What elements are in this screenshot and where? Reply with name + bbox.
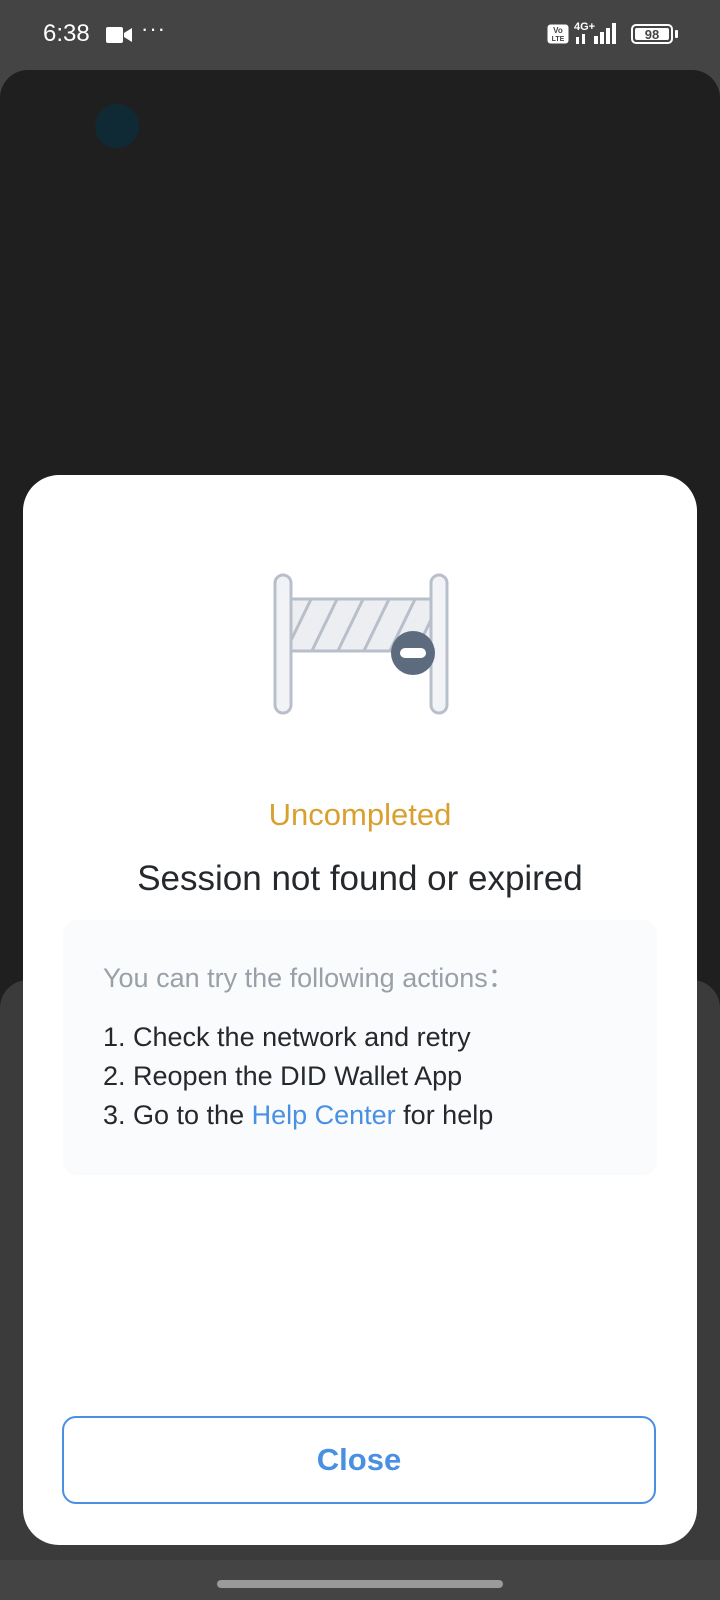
volte-icon: Vo LTE [547, 24, 569, 49]
battery-level: 98 [635, 27, 669, 42]
close-button[interactable]: Close [62, 1416, 656, 1504]
video-camera-icon [106, 26, 132, 49]
status-bar: 6:38 ··· Vo LTE 4G+ 98 [0, 0, 720, 70]
svg-text:Vo: Vo [553, 26, 563, 35]
action-item-prefix: 3. Go to the [103, 1100, 252, 1130]
signal-icon: 4G+ [574, 20, 624, 51]
action-item-check-network: 1. Check the network and retry [103, 1022, 471, 1052]
error-dialog: Uncompleted Session not found or expired… [23, 475, 697, 1545]
barrier-gate-icon [271, 571, 451, 724]
action-item-reopen-app: 2. Reopen the DID Wallet App [103, 1061, 463, 1091]
help-center-link[interactable]: Help Center [252, 1100, 396, 1130]
more-dots-icon: ··· [141, 16, 166, 41]
action-item-suffix: for help [395, 1100, 494, 1130]
actions-intro: You can try the following actions： [103, 963, 515, 993]
svg-text:4G+: 4G+ [574, 21, 595, 33]
status-title: Uncompleted [268, 797, 452, 832]
battery-tip [675, 30, 678, 38]
status-time: 6:38 [43, 20, 90, 47]
action-item-help-center: 3. Go to the Help Center for help [103, 1096, 493, 1135]
home-indicator[interactable] [217, 1580, 503, 1588]
background-avatar [95, 104, 139, 148]
svg-text:LTE: LTE [552, 36, 565, 43]
suggested-actions-box: You can try the following actions： 1. Ch… [63, 920, 657, 1175]
error-headline: Session not found or expired [137, 859, 583, 898]
battery-icon: 98 [631, 24, 673, 44]
actions-list: 1. Check the network and retry 2. Reopen… [103, 1018, 493, 1135]
